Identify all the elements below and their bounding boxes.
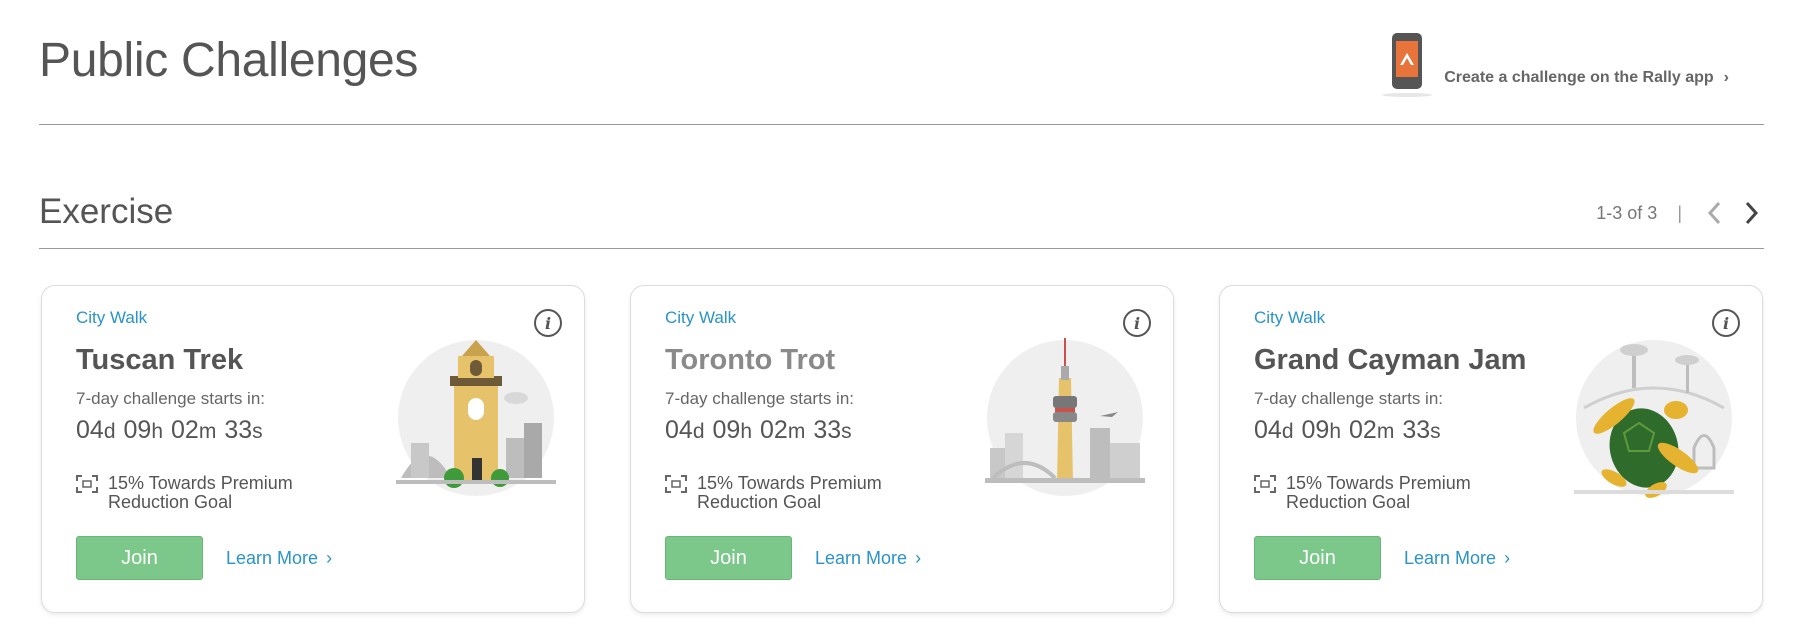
seconds-unit: s xyxy=(1430,420,1441,443)
countdown-hours: 09 xyxy=(123,416,152,444)
countdown-seconds: 33 xyxy=(224,416,253,444)
goal-text: 15% Towards Premium Reduction Goal xyxy=(1286,473,1471,512)
chevron-right-icon: › xyxy=(326,548,333,568)
learn-more-label: Learn More xyxy=(815,548,908,568)
pagination: 1-3 of 3 | xyxy=(1596,198,1764,228)
learn-more-label: Learn More xyxy=(1404,548,1497,568)
countdown-days: 04 xyxy=(1254,416,1282,444)
countdown-minutes: 02 xyxy=(760,416,788,444)
challenge-starts-label: 7-day challenge starts in: xyxy=(76,389,265,408)
join-button[interactable]: Join xyxy=(1254,536,1381,580)
hours-unit: h xyxy=(740,420,752,443)
countdown-hours: 09 xyxy=(712,416,741,444)
chevron-right-icon xyxy=(1745,201,1759,225)
challenge-card: City Walk i Tuscan Trek 7-day challenge … xyxy=(41,285,585,613)
goal-text: 15% Towards Premium Reduction Goal xyxy=(108,473,293,512)
challenge-name: Tuscan Trek xyxy=(76,344,244,376)
tuscan-tower-illustration xyxy=(396,340,556,496)
countdown-days: 04 xyxy=(76,416,104,444)
prev-page-button[interactable] xyxy=(1702,198,1726,228)
premium-goal: 15% Towards Premium Reduction Goal xyxy=(665,474,897,512)
phone-app-icon xyxy=(1382,33,1433,97)
countdown-timer: 04d 09h 02m 33s xyxy=(665,416,860,445)
page-title: Public Challenges xyxy=(39,34,419,87)
challenge-name: Toronto Trot xyxy=(665,344,836,376)
chevron-right-icon: › xyxy=(1504,548,1511,568)
learn-more-link[interactable]: Learn More › xyxy=(1404,548,1510,569)
challenge-card: City Walk i Toronto Trot 7-day challenge… xyxy=(630,285,1174,613)
hours-unit: h xyxy=(1329,420,1341,443)
hours-unit: h xyxy=(151,420,163,443)
join-button[interactable]: Join xyxy=(665,536,792,580)
goal-text: 15% Towards Premium Reduction Goal xyxy=(697,473,882,512)
info-icon[interactable]: i xyxy=(534,309,562,337)
cn-tower-illustration xyxy=(985,338,1145,496)
days-unit: d xyxy=(1281,420,1294,443)
challenge-name: Grand Cayman Jam xyxy=(1254,344,1527,376)
countdown-seconds: 33 xyxy=(1402,416,1431,444)
chevron-right-icon: › xyxy=(1723,69,1729,86)
section-divider xyxy=(39,248,1764,249)
learn-more-link[interactable]: Learn More › xyxy=(815,548,921,569)
countdown-minutes: 02 xyxy=(171,416,199,444)
days-unit: d xyxy=(103,420,116,443)
chevron-right-icon: › xyxy=(915,548,922,568)
countdown-minutes: 02 xyxy=(1349,416,1377,444)
pagination-range: 1-3 of 3 xyxy=(1596,202,1658,223)
premium-goal: 15% Towards Premium Reduction Goal xyxy=(1254,474,1486,512)
minutes-unit: m xyxy=(198,420,217,443)
days-unit: d xyxy=(692,420,705,443)
premium-goal: 15% Towards Premium Reduction Goal xyxy=(76,474,308,512)
minutes-unit: m xyxy=(1376,420,1395,443)
header-divider xyxy=(39,124,1764,125)
challenge-category[interactable]: City Walk xyxy=(665,308,736,328)
challenge-starts-label: 7-day challenge starts in: xyxy=(665,389,854,408)
section-title: Exercise xyxy=(39,192,174,231)
seconds-unit: s xyxy=(252,420,263,443)
next-page-button[interactable] xyxy=(1740,198,1764,228)
create-challenge-label: Create a challenge on the Rally app xyxy=(1444,69,1714,86)
challenge-category[interactable]: City Walk xyxy=(1254,308,1325,328)
countdown-hours: 09 xyxy=(1301,416,1330,444)
minutes-unit: m xyxy=(787,420,806,443)
goal-icon xyxy=(76,475,98,493)
countdown-timer: 04d 09h 02m 33s xyxy=(76,416,271,445)
create-challenge-link[interactable]: Create a challenge on the Rally app › xyxy=(1382,33,1729,97)
countdown-days: 04 xyxy=(665,416,693,444)
countdown-seconds: 33 xyxy=(813,416,842,444)
countdown-timer: 04d 09h 02m 33s xyxy=(1254,416,1449,445)
info-icon[interactable]: i xyxy=(1712,309,1740,337)
pagination-separator: | xyxy=(1677,202,1682,223)
info-icon[interactable]: i xyxy=(1123,309,1151,337)
goal-icon xyxy=(665,475,687,493)
challenge-starts-label: 7-day challenge starts in: xyxy=(1254,389,1443,408)
join-button[interactable]: Join xyxy=(76,536,203,580)
chevron-left-icon xyxy=(1707,201,1721,225)
seconds-unit: s xyxy=(841,420,852,443)
challenge-card: City Walk i Grand Cayman Jam 7-day chall… xyxy=(1219,285,1763,613)
learn-more-link[interactable]: Learn More › xyxy=(226,548,332,569)
goal-icon xyxy=(1254,475,1276,493)
learn-more-label: Learn More xyxy=(226,548,319,568)
challenge-category[interactable]: City Walk xyxy=(76,308,147,328)
sea-turtle-illustration xyxy=(1574,340,1734,498)
